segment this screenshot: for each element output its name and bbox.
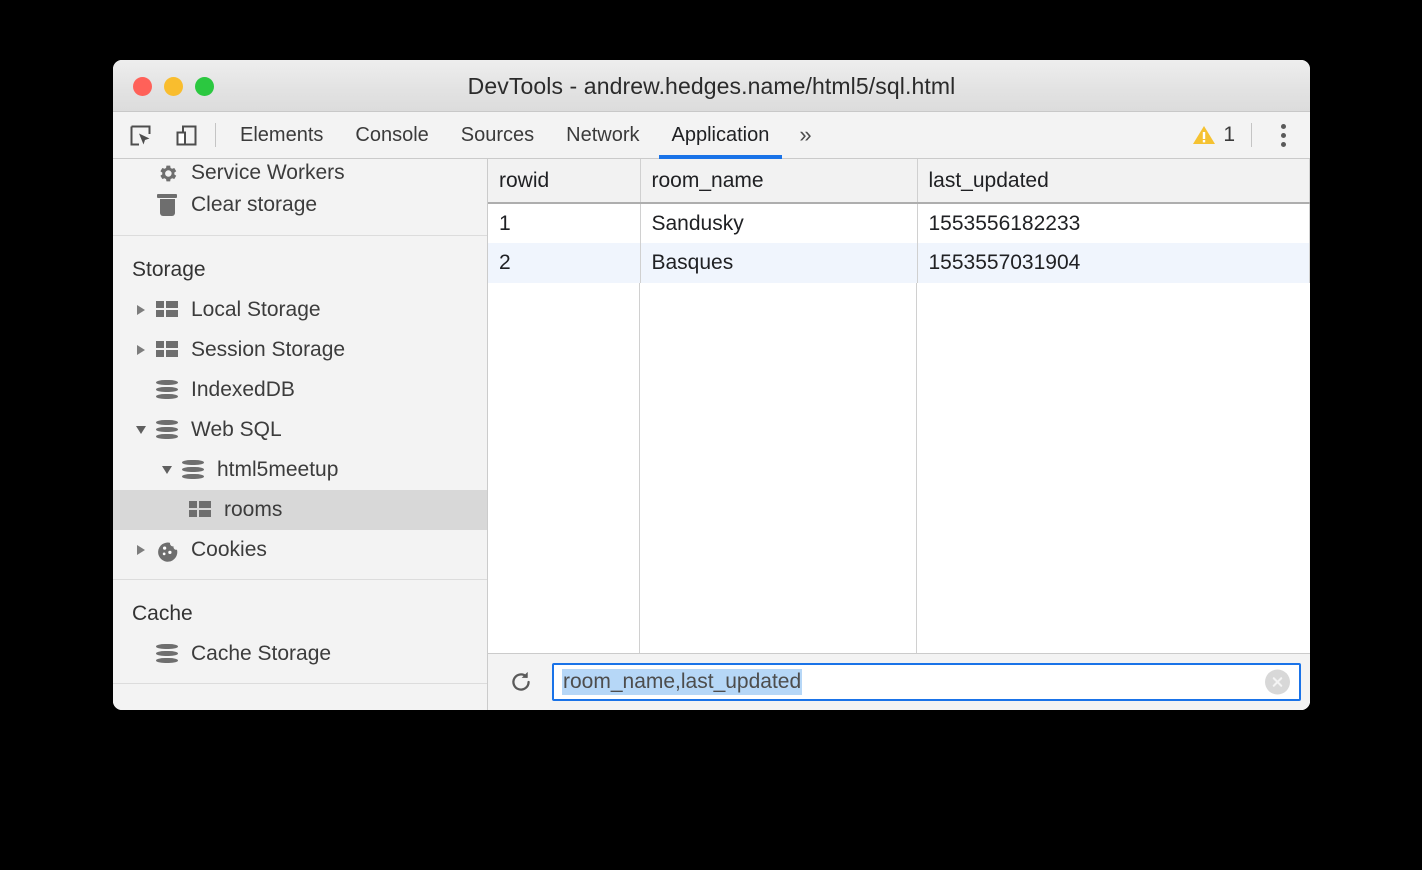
tab-label: Elements <box>240 124 323 147</box>
cell-room-name: Basques <box>640 243 917 283</box>
content-panel: rowid room_name last_updated 1 Sandusky … <box>488 159 1310 710</box>
table-empty-area <box>488 283 1310 653</box>
query-input[interactable]: room_name,last_updated <box>552 663 1301 701</box>
table-header-row: rowid room_name last_updated <box>488 159 1310 203</box>
filler-column <box>640 283 917 653</box>
toolbar-divider-right <box>1251 123 1252 147</box>
column-header-rowid[interactable]: rowid <box>488 159 640 203</box>
column-header-last-updated[interactable]: last_updated <box>917 159 1310 203</box>
warning-triangle-icon <box>1192 124 1216 146</box>
sidebar-item-web-sql[interactable]: Web SQL <box>113 410 487 450</box>
query-bar: room_name,last_updated <box>488 653 1310 710</box>
sidebar-item-label: Clear storage <box>191 193 317 217</box>
table-icon <box>154 341 180 359</box>
dot <box>1281 124 1286 129</box>
sidebar-item-rooms[interactable]: rooms <box>113 490 487 530</box>
device-toolbar-icon[interactable] <box>167 116 205 154</box>
results-table: rowid room_name last_updated 1 Sandusky … <box>488 159 1310 283</box>
tab-console[interactable]: Console <box>339 112 444 159</box>
sidebar-item-cookies[interactable]: Cookies <box>113 530 487 570</box>
refresh-icon[interactable] <box>502 663 540 701</box>
dot <box>1281 142 1286 147</box>
table-icon <box>187 501 213 519</box>
database-icon <box>154 419 180 441</box>
sidebar-item-label: rooms <box>224 498 282 522</box>
cookie-icon <box>154 539 180 562</box>
inspect-element-icon[interactable] <box>121 116 159 154</box>
devtools-window: DevTools - andrew.hedges.name/html5/sql.… <box>113 60 1310 710</box>
cell-last-updated: 1553556182233 <box>917 203 1310 243</box>
warning-count: 1 <box>1223 123 1235 147</box>
chevron-down-icon[interactable] <box>132 426 150 434</box>
more-tabs-button[interactable]: » <box>789 112 821 159</box>
query-input-value: room_name,last_updated <box>562 669 802 695</box>
tab-label: Network <box>566 124 639 147</box>
tab-label: Application <box>672 124 770 147</box>
sidebar-item-clear-storage[interactable]: Clear storage <box>113 185 487 225</box>
more-vertical-icon[interactable] <box>1266 117 1300 153</box>
tab-network[interactable]: Network <box>550 112 655 159</box>
cell-room-name: Sandusky <box>640 203 917 243</box>
table-row[interactable]: 1 Sandusky 1553556182233 <box>488 203 1310 243</box>
sidebar-item-label: IndexedDB <box>191 378 295 402</box>
sidebar-item-session-storage[interactable]: Session Storage <box>113 330 487 370</box>
chevron-right-icon[interactable] <box>132 345 150 355</box>
sidebar-section-storage: Storage Local Storage Session Storage <box>113 236 487 580</box>
cell-rowid: 1 <box>488 203 640 243</box>
tab-elements[interactable]: Elements <box>224 112 339 159</box>
sidebar-item-html5meetup[interactable]: html5meetup <box>113 450 487 490</box>
sidebar-section-header-storage: Storage <box>113 236 487 290</box>
dot <box>1281 133 1286 138</box>
sidebar-item-local-storage[interactable]: Local Storage <box>113 290 487 330</box>
sidebar-item-indexeddb[interactable]: IndexedDB <box>113 370 487 410</box>
sidebar-section-cache: Cache Cache Storage <box>113 580 487 684</box>
database-icon <box>154 379 180 401</box>
window-titlebar: DevTools - andrew.hedges.name/html5/sql.… <box>113 60 1310 112</box>
sidebar-section-top: Service Workers Clear storage <box>113 159 487 236</box>
window-title: DevTools - andrew.hedges.name/html5/sql.… <box>113 60 1310 112</box>
gear-icon <box>154 162 180 185</box>
warning-badge[interactable]: 1 <box>1186 123 1241 147</box>
sidebar-item-label: Cookies <box>191 538 267 562</box>
table-icon <box>154 301 180 319</box>
chevron-right-icon[interactable] <box>132 305 150 315</box>
sidebar-item-label: Cache Storage <box>191 642 331 666</box>
application-panel: Service Workers Clear storage Storage <box>113 159 1310 710</box>
tab-sources[interactable]: Sources <box>445 112 550 159</box>
web-sql-datagrid[interactable]: rowid room_name last_updated 1 Sandusky … <box>488 159 1310 653</box>
filler-column <box>488 283 640 653</box>
clear-input-icon[interactable] <box>1265 670 1290 695</box>
sidebar-item-label: html5meetup <box>217 458 338 482</box>
filler-column <box>917 283 1310 653</box>
sidebar-section-header-cache: Cache <box>113 580 487 634</box>
sidebar-item-label: Service Workers <box>191 161 345 185</box>
sidebar-item-cache-storage[interactable]: Cache Storage <box>113 634 487 674</box>
database-icon <box>154 643 180 665</box>
tab-label: Sources <box>461 124 534 147</box>
database-icon <box>180 459 206 481</box>
toolbar-right-group: 1 <box>1186 117 1310 153</box>
cell-last-updated: 1553557031904 <box>917 243 1310 283</box>
column-header-room-name[interactable]: room_name <box>640 159 917 203</box>
sidebar-item-service-workers[interactable]: Service Workers <box>113 159 487 185</box>
tab-label: Console <box>355 124 428 147</box>
trash-icon <box>154 194 180 217</box>
devtools-toolbar: Elements Console Sources Network Applica… <box>113 112 1310 159</box>
chevron-right-icon[interactable] <box>132 545 150 555</box>
application-sidebar[interactable]: Service Workers Clear storage Storage <box>113 159 488 710</box>
table-row[interactable]: 2 Basques 1553557031904 <box>488 243 1310 283</box>
tab-application[interactable]: Application <box>656 112 786 159</box>
cell-rowid: 2 <box>488 243 640 283</box>
toolbar-divider <box>215 123 216 147</box>
sidebar-item-label: Session Storage <box>191 338 345 362</box>
sidebar-item-label: Web SQL <box>191 418 282 442</box>
chevron-down-icon[interactable] <box>158 466 176 474</box>
sidebar-item-label: Local Storage <box>191 298 321 322</box>
